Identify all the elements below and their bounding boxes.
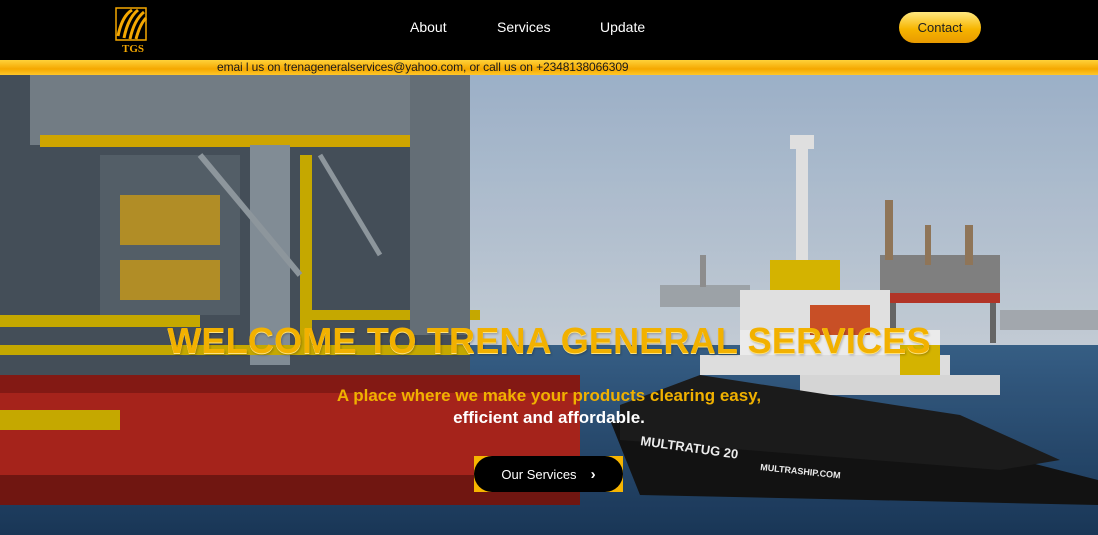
hero-title: WELCOME TO TRENA GENERAL SERVICES	[167, 320, 931, 361]
our-services-label: Our Services	[501, 466, 577, 482]
nav-link-about[interactable]: About	[410, 19, 447, 35]
nav-link-services[interactable]: Services	[497, 19, 551, 35]
contact-info-text: emai l us on trenageneralservices@yahoo.…	[217, 60, 629, 74]
info-bar: emai l us on trenageneralservices@yahoo.…	[0, 60, 1098, 75]
hero-subtitle: A place where we make your products clea…	[0, 385, 1098, 429]
contact-button[interactable]: Contact	[899, 12, 981, 43]
our-services-button[interactable]: Our Services ›	[474, 456, 623, 492]
hero-subtitle-line-2: efficient and affordable.	[453, 408, 645, 427]
hero-section: MULTRATUG 20 MULTRASHIP.COM WELCOME TO T…	[0, 75, 1098, 535]
tgs-logo-icon[interactable]: TGS	[114, 6, 152, 56]
our-services-button-inner: Our Services ›	[474, 456, 623, 492]
logo-text: TGS	[122, 43, 144, 55]
chevron-right-icon: ›	[590, 465, 596, 483]
hero-subtitle-line-1: A place where we make your products clea…	[336, 386, 762, 405]
nav-link-update[interactable]: Update	[600, 19, 645, 35]
navbar: TGS About Services Update Contact	[0, 0, 1098, 60]
